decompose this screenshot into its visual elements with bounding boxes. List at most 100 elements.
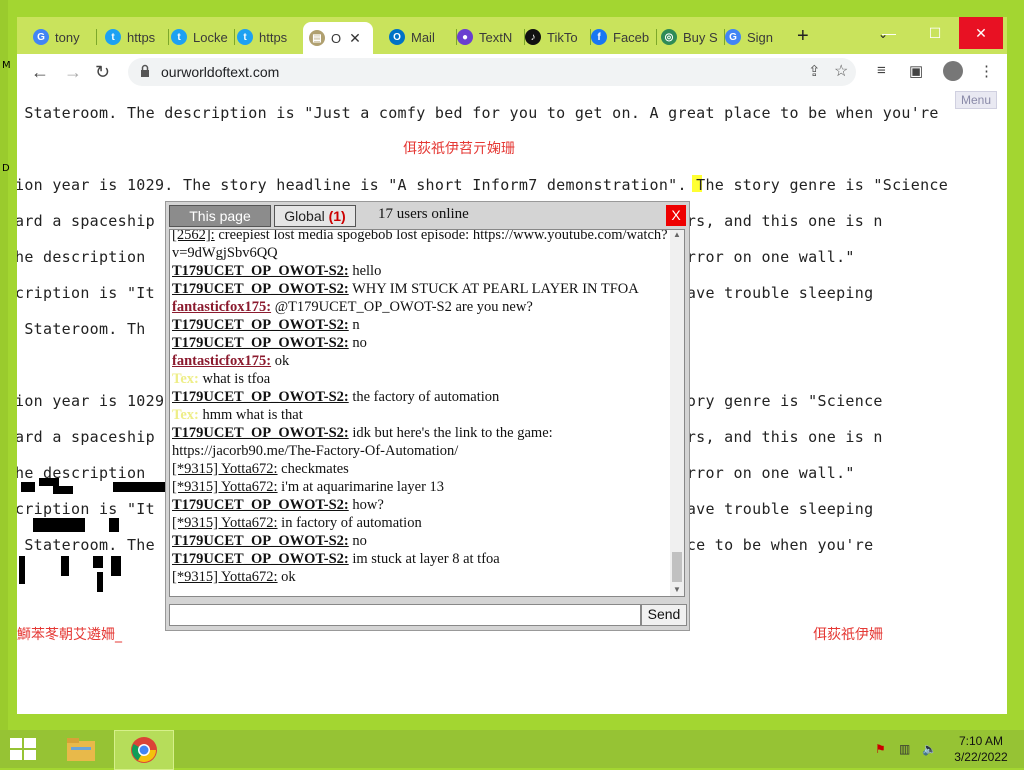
chat-nickname[interactable]: [*9315] Yotta672:: [172, 569, 278, 585]
action-center-flag-icon[interactable]: ⚑: [875, 742, 886, 756]
chat-message-text: in factory of automation: [277, 515, 422, 531]
address-bar[interactable]: ourworldoftext.com ⇪ ☆: [128, 58, 856, 86]
ourworldoftext-canvas[interactable]: Menu Stateroom. The description is "Just…: [17, 90, 1007, 714]
chat-message-list[interactable]: [2562]: creepiest lost media spogebob lo…: [169, 229, 685, 597]
system-clock[interactable]: 7:10 AM 3/22/2022: [948, 733, 1014, 765]
chat-nickname[interactable]: T179UCET_OP_OWOT-S2:: [172, 263, 349, 279]
chrome-taskbar-button[interactable]: [114, 730, 174, 770]
desktop-edge: [0, 0, 8, 730]
browser-tab[interactable]: ♪ TikTo: [525, 22, 587, 52]
side-panel-icon[interactable]: ▣: [909, 62, 923, 80]
browser-tab[interactable]: f Faceb: [591, 22, 653, 52]
chat-message-text: hello: [348, 263, 382, 279]
windows-logo-icon: [24, 750, 36, 760]
share-icon[interactable]: ⇪: [808, 62, 821, 80]
chat-nickname[interactable]: [*9315] Yotta672:: [172, 479, 278, 495]
chat-message: T179UCET_OP_OWOT-S2: how?: [172, 496, 670, 514]
chat-message-text: how?: [348, 497, 384, 513]
chat-nickname[interactable]: T179UCET_OP_OWOT-S2:: [172, 389, 349, 405]
browser-tab[interactable]: G Sign: [725, 22, 787, 52]
chat-nickname[interactable]: fantasticfox175:: [172, 353, 271, 369]
chat-nickname[interactable]: T179UCET_OP_OWOT-S2:: [172, 335, 349, 351]
chat-message-text: ok: [277, 569, 296, 585]
chat-message-text: no: [348, 533, 367, 549]
browser-tab[interactable]: ▤ O ✕: [303, 22, 373, 54]
new-tab-button[interactable]: +: [797, 25, 809, 48]
chat-nickname[interactable]: fantasticfox175:: [172, 299, 271, 315]
browser-tab[interactable]: ◎ Buy S: [661, 22, 721, 52]
browser-tab[interactable]: t https: [105, 22, 165, 52]
windows-start-button[interactable]: [10, 738, 38, 762]
minimize-icon: —: [882, 25, 896, 41]
chat-nickname[interactable]: T179UCET_OP_OWOT-S2:: [172, 281, 349, 297]
chat-nickname[interactable]: [*9315] Yotta672:: [172, 461, 278, 477]
chat-nickname[interactable]: T179UCET_OP_OWOT-S2:: [172, 425, 349, 441]
tab-separator: [234, 29, 235, 45]
scrollbar-thumb[interactable]: [672, 552, 682, 582]
owot-menu-button[interactable]: Menu: [955, 91, 998, 109]
tab-separator: [168, 29, 169, 45]
scroll-up-arrow-icon[interactable]: ▲: [673, 230, 681, 239]
desktop-label: M: [2, 60, 11, 71]
chat-message: T179UCET_OP_OWOT-S2: the factory of auto…: [172, 388, 670, 406]
network-icon[interactable]: ▥: [899, 742, 910, 756]
chat-message-input[interactable]: [169, 604, 641, 626]
browser-tab[interactable]: ● TextN: [457, 22, 521, 52]
tab-title: tony: [55, 29, 80, 45]
twitter-icon: t: [105, 29, 121, 45]
windows-logo-icon: [24, 738, 36, 748]
reload-icon[interactable]: ↻: [95, 62, 110, 83]
scroll-down-arrow-icon[interactable]: ▼: [673, 585, 681, 594]
browser-tab[interactable]: Gtony: [33, 22, 93, 52]
ourworldoftext-icon: ▤: [309, 30, 325, 46]
chat-nickname[interactable]: T179UCET_OP_OWOT-S2:: [172, 317, 349, 333]
chat-nickname[interactable]: T179UCET_OP_OWOT-S2:: [172, 551, 349, 567]
chat-send-button[interactable]: Send: [641, 604, 687, 626]
forward-arrow-icon[interactable]: →: [64, 62, 82, 83]
clock-time: 7:10 AM: [958, 734, 1004, 748]
twitter-icon: t: [237, 29, 253, 45]
block-art: [21, 482, 35, 492]
block-art: [113, 482, 165, 492]
twitter-icon: t: [171, 29, 187, 45]
desktop-label: D: [2, 163, 10, 174]
chat-nickname[interactable]: Tex:: [172, 407, 199, 423]
file-explorer-button[interactable]: [52, 730, 110, 768]
chat-nickname[interactable]: T179UCET_OP_OWOT-S2:: [172, 497, 349, 513]
volume-icon[interactable]: 🔈: [922, 742, 937, 756]
windows-logo-icon: [10, 738, 22, 748]
close-window-button[interactable]: ✕: [959, 17, 1003, 49]
browser-tab[interactable]: t Locke: [171, 22, 231, 52]
browser-tab[interactable]: t https: [237, 22, 299, 52]
block-art: [61, 556, 69, 576]
tab-title: Sign: [747, 29, 774, 45]
chat-message: Tex: what is tfoa: [172, 370, 670, 388]
chat-nickname[interactable]: T179UCET_OP_OWOT-S2:: [172, 533, 349, 549]
minimize-button[interactable]: —: [867, 17, 911, 49]
bookmark-star-icon[interactable]: ☆: [834, 61, 848, 81]
chat-nickname[interactable]: [2562]:: [172, 230, 215, 243]
world-text-line: Stateroom. Th: [17, 320, 146, 338]
chat-tab-this-page[interactable]: This page: [169, 205, 271, 227]
world-red-text: 鰤苯苳朝艾遴姍_: [17, 627, 122, 643]
back-arrow-icon[interactable]: ←: [31, 62, 49, 83]
browser-tab[interactable]: O Mail: [389, 22, 453, 52]
chat-message: T179UCET_OP_OWOT-S2: no: [172, 334, 670, 352]
block-art: [33, 518, 85, 532]
world-text-line: Stateroom. The description is "Just a co…: [17, 104, 939, 122]
chat-scrollbar[interactable]: ▲ ▼: [670, 230, 684, 596]
chat-close-button[interactable]: X: [666, 205, 686, 226]
chat-tab-global[interactable]: Global (1): [274, 205, 356, 227]
chat-message-text: i'm at aquarimarine layer 13: [277, 479, 445, 495]
chat-nickname[interactable]: [*9315] Yotta672:: [172, 515, 278, 531]
outlook-icon: O: [389, 29, 405, 45]
block-art: [97, 572, 103, 592]
block-art: [111, 556, 121, 576]
close-tab-icon[interactable]: ✕: [349, 30, 361, 47]
maximize-button[interactable]: ☐: [913, 17, 957, 49]
more-menu-icon[interactable]: ⋮: [979, 62, 994, 80]
profile-avatar-icon[interactable]: [943, 61, 963, 81]
reading-list-icon[interactable]: ≡: [877, 62, 886, 79]
chat-nickname[interactable]: Tex:: [172, 371, 199, 387]
chat-message: T179UCET_OP_OWOT-S2: hello: [172, 262, 670, 280]
